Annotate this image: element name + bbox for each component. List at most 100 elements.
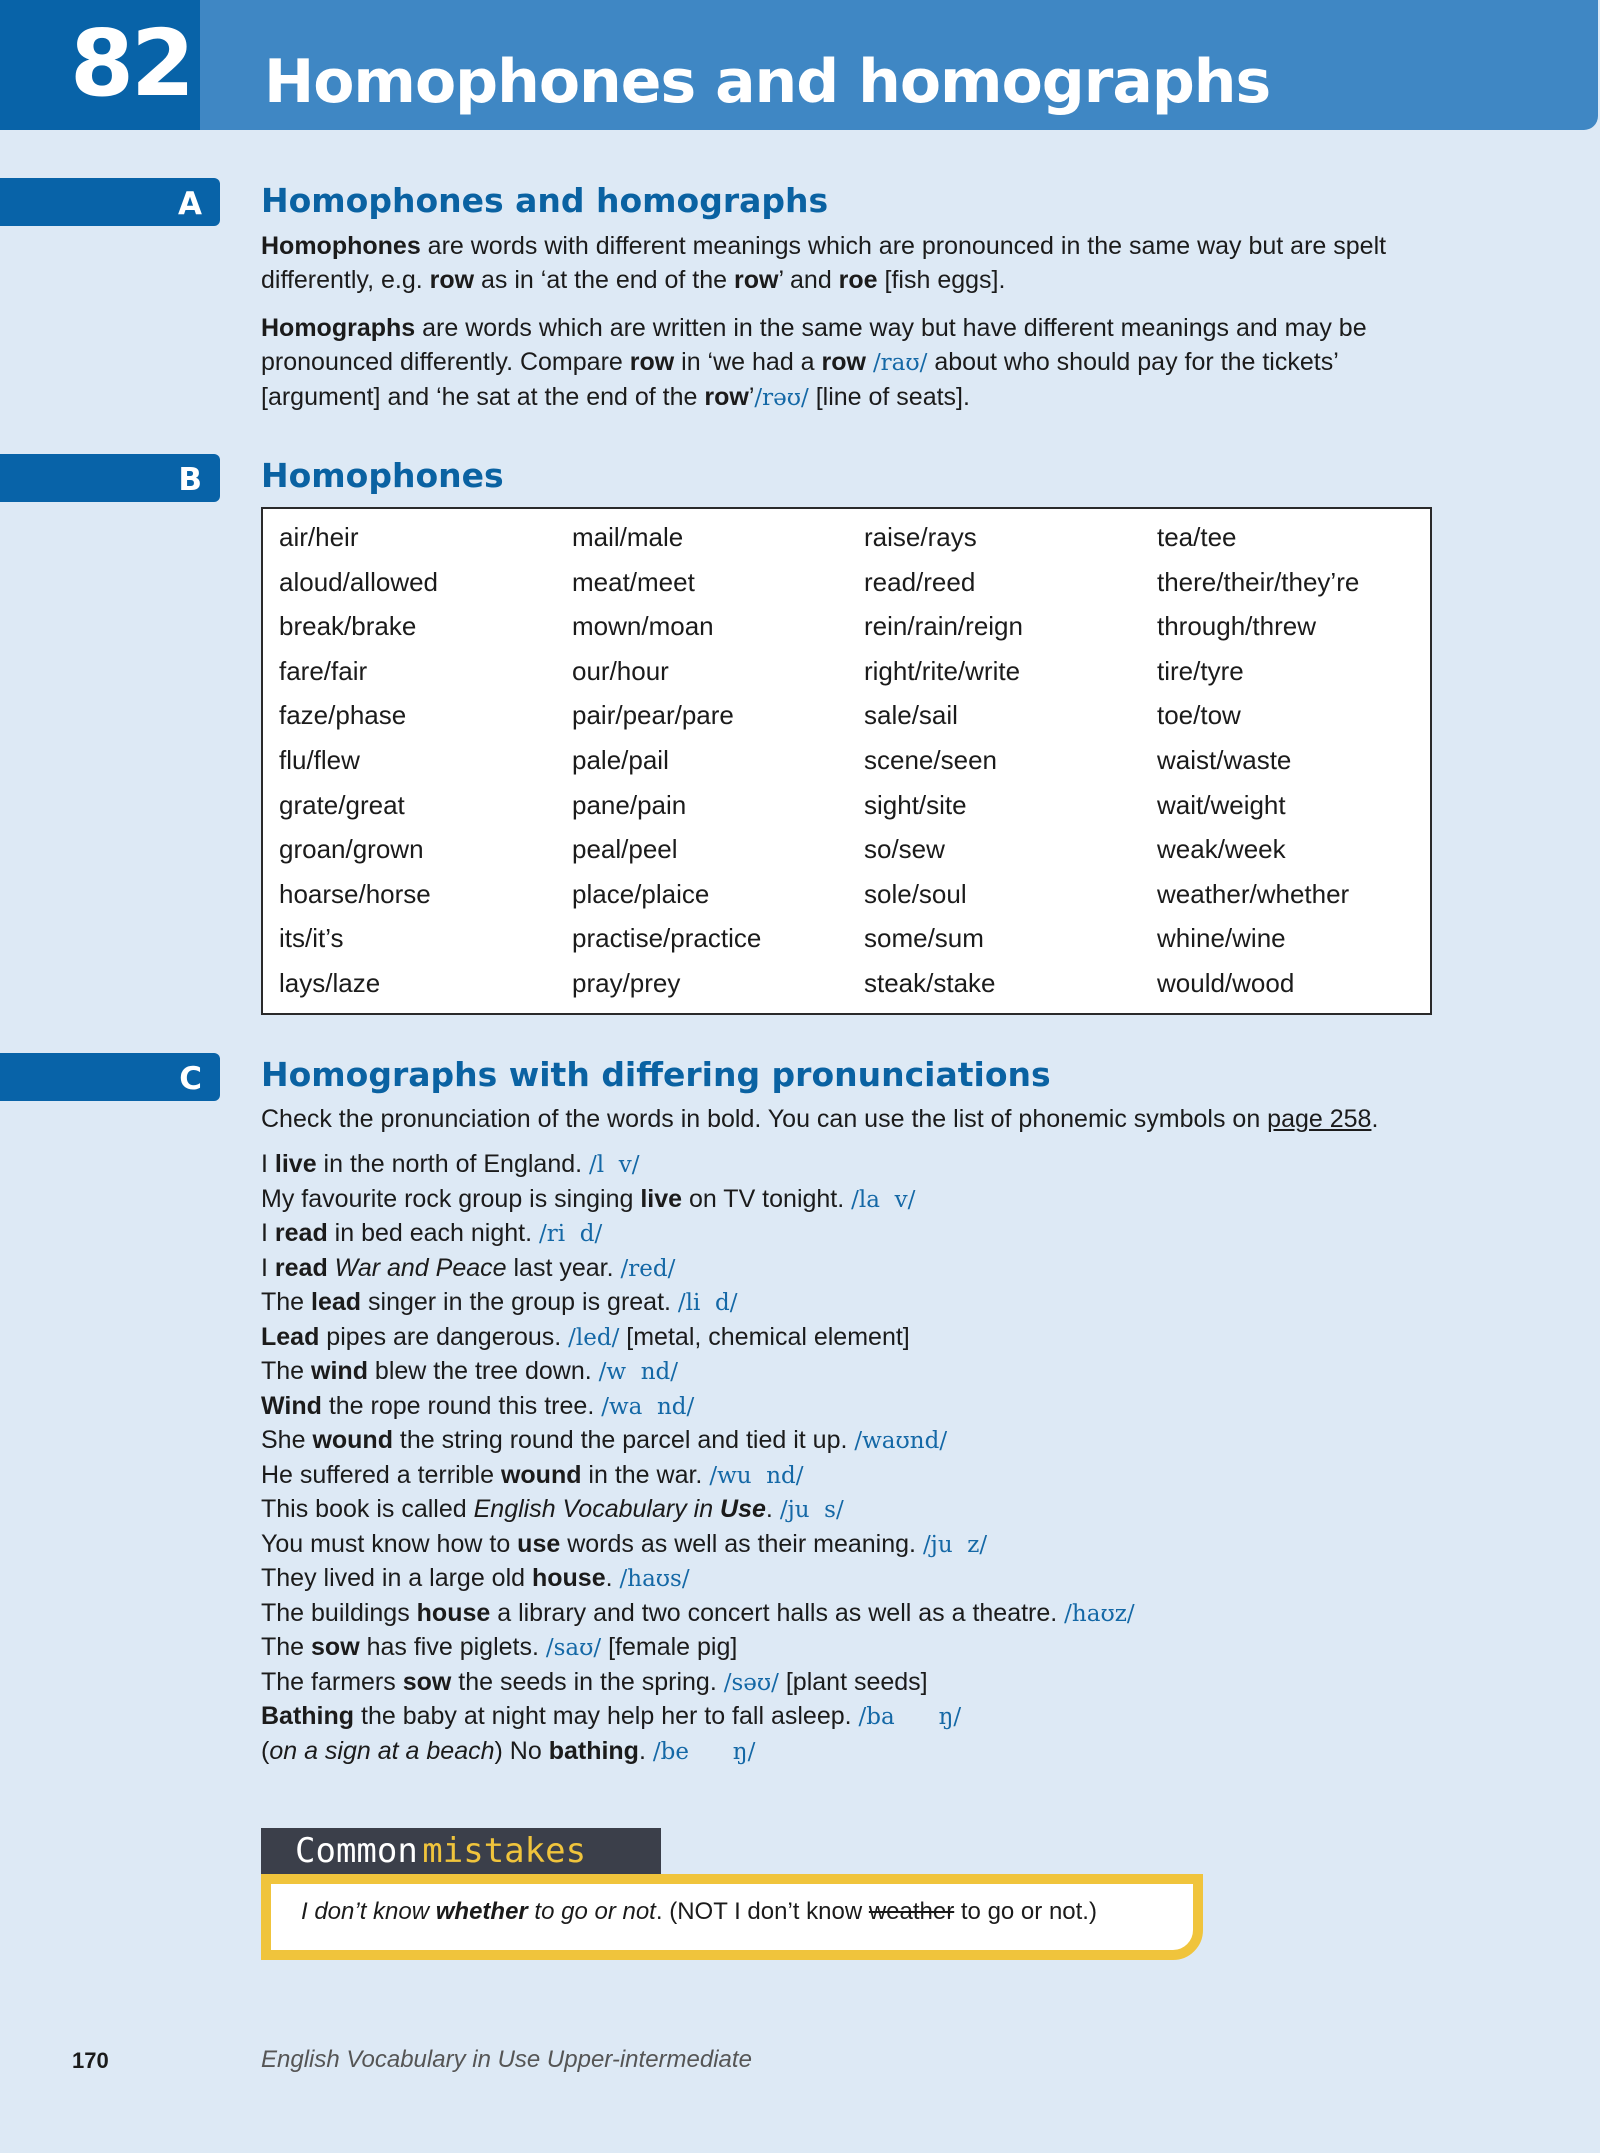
homophone-pair: aloud/allowed xyxy=(279,566,439,597)
homophone-pair: our/hour xyxy=(572,655,669,686)
text: I don’t know xyxy=(301,1898,436,1925)
text: has five piglets. xyxy=(359,1633,546,1661)
homophone-pair: peal/peel xyxy=(572,834,678,865)
text: . xyxy=(1371,1105,1379,1133)
homophone-pair: raise/rays xyxy=(864,522,977,552)
text: They lived in a large old xyxy=(261,1564,532,1592)
homophone-pair: pale/pail xyxy=(572,744,669,775)
gloss: [female pig] xyxy=(601,1633,738,1661)
homophone-pair: toe/tow xyxy=(1157,700,1241,731)
homophone-pair: sale/sail xyxy=(864,700,958,731)
text: The farmers xyxy=(261,1667,403,1696)
phonetic: /la v/ xyxy=(851,1186,916,1213)
text: on TV tonight. xyxy=(682,1184,852,1213)
bold-word: row xyxy=(629,348,675,376)
homophone-pair: wait/weight xyxy=(1157,789,1286,820)
phonetic: /wu nd/ xyxy=(709,1462,804,1489)
bold-word: roe xyxy=(838,266,878,294)
bold-word: row xyxy=(429,266,475,294)
homophone-pair: scene/seen xyxy=(864,744,997,775)
example-sentences: I live in the north of England. /l v/My … xyxy=(261,1147,1461,1768)
section-b-tab: B xyxy=(0,454,220,502)
text: in the north of England. xyxy=(316,1150,590,1178)
homophones-column: mail/male meat/meet mown/moan our/hour pair/… xyxy=(572,519,862,1010)
page-link[interactable]: page 258 xyxy=(1267,1105,1371,1133)
homophone-pair: grate/great xyxy=(279,789,405,820)
example-sentence: He suffered a terrible wound in the war.… xyxy=(261,1458,1461,1493)
common-mistakes-text: I don’t know whether to go or not. (NOT … xyxy=(301,1898,1097,1926)
example-sentence: She wound the string round the parcel an… xyxy=(261,1423,1461,1458)
text: . xyxy=(638,1736,653,1765)
homophone-pair: fare/fair xyxy=(279,655,368,686)
homophone-pair: tire/tyre xyxy=(1157,655,1244,686)
example-sentence: (on a sign at a beach) No bathing. /be ŋ… xyxy=(261,1734,1461,1769)
homophone-pair: would/wood xyxy=(1157,967,1295,998)
bold-word: sow xyxy=(311,1633,360,1661)
italic-text: English Vocabulary in xyxy=(473,1495,721,1523)
homographs-definition: Homographs are words which are written i… xyxy=(261,311,1421,415)
text: pipes are dangerous. xyxy=(319,1322,569,1351)
text: [line of seats]. xyxy=(808,383,970,411)
example-sentence: I read War and Peace last year. /red/ xyxy=(261,1251,1461,1286)
homophone-pair: pair/pear/pare xyxy=(572,700,734,731)
italic-text: on a sign at a beach xyxy=(269,1736,495,1765)
bold-italic-word: Use xyxy=(720,1495,766,1523)
bold-word: live xyxy=(640,1184,683,1213)
phonetic: /ju z/ xyxy=(922,1531,988,1558)
phonetic: /be ŋ/ xyxy=(652,1738,756,1765)
example-sentence: Bathing the baby at night may help her t… xyxy=(261,1699,1461,1734)
gloss: [plant seeds] xyxy=(778,1667,928,1696)
page-title: Homophones and homographs xyxy=(264,47,1271,117)
example-sentence: The sow has five piglets. /saʊ/ [female … xyxy=(261,1630,1461,1665)
phonetic: /wa nd/ xyxy=(601,1393,695,1420)
homophone-pair: whine/wine xyxy=(1157,923,1286,954)
example-sentence: This book is called English Vocabulary i… xyxy=(261,1492,1461,1527)
bold-word: Lead xyxy=(261,1322,320,1351)
section-c-tab: C xyxy=(0,1053,220,1101)
text: I xyxy=(261,1150,275,1178)
text: [fish eggs]. xyxy=(877,266,1006,294)
homophone-pair: mail/male xyxy=(572,522,684,552)
homophone-pair: practise/practice xyxy=(572,923,762,954)
section-c-heading: Homographs with differing pronunciations xyxy=(261,1055,1051,1094)
book-title: English Vocabulary in Use Upper-intermed… xyxy=(261,2046,752,2073)
section-a-letter: A xyxy=(178,186,202,222)
text: . xyxy=(765,1495,780,1523)
phonetic: /səʊ/ xyxy=(723,1669,779,1696)
homophone-pair: so/sew xyxy=(864,834,945,865)
text: ’ and xyxy=(778,266,839,294)
example-sentence: You must know how to use words as well a… xyxy=(261,1527,1461,1562)
phonetic: /rəʊ/ xyxy=(754,385,809,411)
homophone-pair: sight/site xyxy=(864,789,967,820)
text: last year. xyxy=(506,1253,621,1282)
homophone-pair: weather/whether xyxy=(1157,878,1350,909)
phonetic: /red/ xyxy=(620,1255,676,1282)
bold-word: row xyxy=(704,383,749,411)
bold-word: Wind xyxy=(261,1391,322,1420)
bold-word: wound xyxy=(500,1460,582,1489)
text: The xyxy=(261,1288,312,1316)
phonetic: /ri d/ xyxy=(539,1221,603,1247)
text: in ‘we had a xyxy=(674,348,822,376)
text: ) No xyxy=(494,1736,549,1765)
text: in bed each night. xyxy=(327,1219,539,1247)
label-word: Common xyxy=(295,1831,418,1871)
homophone-pair: groan/grown xyxy=(279,834,424,865)
phonetic: /led/ xyxy=(568,1324,620,1351)
bold-word: row xyxy=(733,266,779,294)
text: to go or not.) xyxy=(954,1898,1097,1925)
bold-word: sow xyxy=(402,1667,452,1696)
label-word: mistakes xyxy=(422,1831,587,1871)
text: the baby at night may help her to fall a… xyxy=(354,1702,859,1730)
italic-text: War and Peace xyxy=(334,1253,507,1282)
homophones-definition: Homophones are words with different mean… xyxy=(261,229,1421,297)
section-c-letter: C xyxy=(179,1061,202,1097)
phonetic: /l v/ xyxy=(589,1152,640,1178)
phonetic: /saʊ/ xyxy=(545,1635,602,1661)
text: the rope round this tree. xyxy=(321,1391,602,1420)
section-a-heading: Homophones and homographs xyxy=(261,181,829,220)
homophone-pair: air/heir xyxy=(279,522,359,552)
homophone-pair: meat/meet xyxy=(572,566,695,597)
text xyxy=(866,348,873,376)
common-mistakes-label: Common mistakes xyxy=(261,1828,661,1874)
